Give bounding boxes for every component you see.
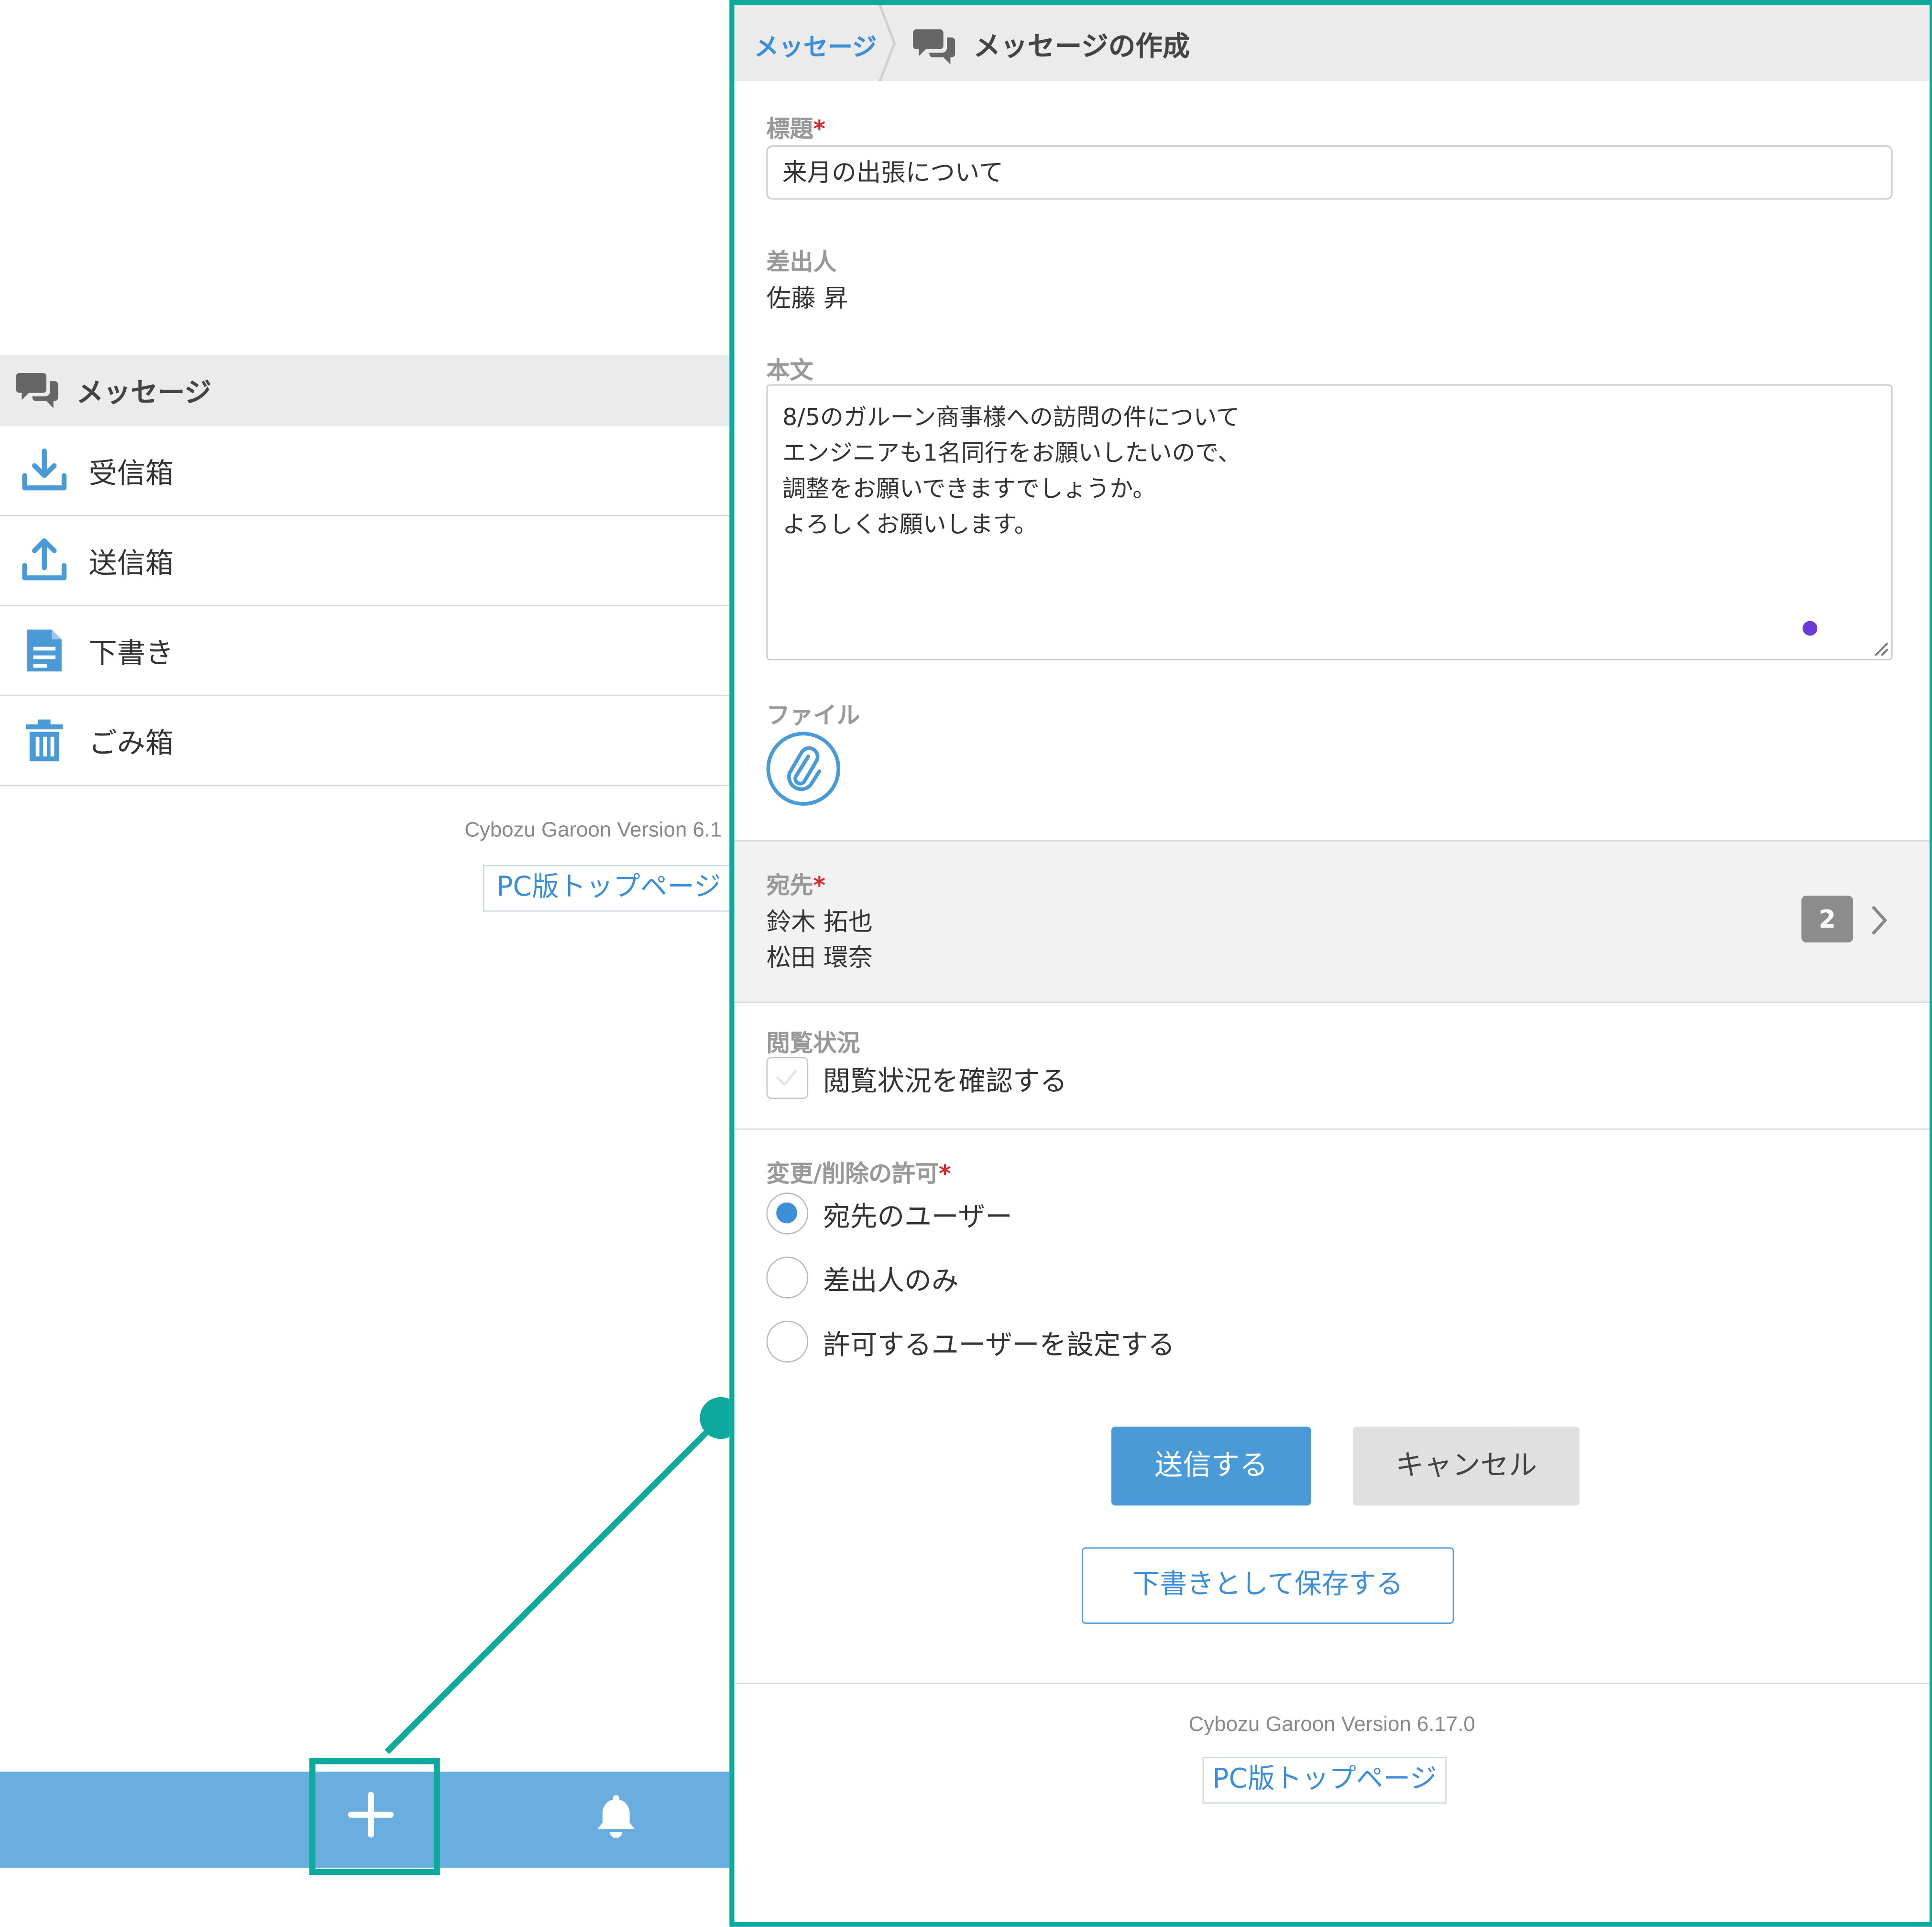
body-line: 調整をお願いできますでしょうか。 xyxy=(782,475,1156,503)
nav-item-label: 送信箱 xyxy=(88,548,174,580)
attach-file-button[interactable] xyxy=(766,732,841,806)
nav-item-drafts[interactable]: 下書き xyxy=(0,606,732,696)
paperclip-icon xyxy=(787,746,822,791)
body-line: エンジニアも1名同行をお願いしたいので、 xyxy=(782,439,1241,467)
required-mark: * xyxy=(813,872,826,899)
body-label: 本文 xyxy=(766,357,813,384)
body-textarea[interactable]: 8/5のガルーン商事様への訪問の件について エンジニアも1名同行をお願いしたいの… xyxy=(766,384,1893,661)
chevron-right-icon[interactable] xyxy=(1868,902,1890,939)
compose-message-panel: メッセージ メッセージの作成 標題* 来月の出張について 差出人 佐藤 昇 本文… xyxy=(729,0,1932,1927)
read-status-checkbox[interactable] xyxy=(766,1057,809,1099)
required-mark: * xyxy=(813,116,826,143)
resize-handle-icon[interactable] xyxy=(1872,639,1889,657)
send-button[interactable]: 送信する xyxy=(1111,1426,1311,1506)
recipient-name: 鈴木 拓也 xyxy=(766,907,873,937)
message-bubbles-icon xyxy=(913,29,955,65)
permission-option-label[interactable]: 差出人のみ xyxy=(823,1259,958,1298)
recipients-row[interactable] xyxy=(734,840,1930,1003)
checkmark-icon xyxy=(776,1069,797,1086)
outbox-upload-icon xyxy=(22,538,67,580)
nav-item-outbox[interactable]: 送信箱 xyxy=(0,516,732,606)
compose-header: メッセージ メッセージの作成 xyxy=(734,5,1930,82)
permission-option-label[interactable]: 許可するユーザーを設定する xyxy=(823,1323,1175,1362)
nav-item-trash[interactable]: ごみ箱 xyxy=(0,696,732,786)
recipient-count-badge: 2 xyxy=(1801,896,1854,943)
nav-item-inbox[interactable]: 受信箱 xyxy=(0,426,732,516)
read-status-label: 閲覧状況 xyxy=(766,1029,860,1057)
stage: メッセージ 受信箱 送信箱 下書き ごみ箱 Cybozu Garoon Vers… xyxy=(0,0,1932,1927)
nav-item-label: 受信箱 xyxy=(88,458,174,491)
message-bubbles-icon xyxy=(16,373,58,408)
footer-divider xyxy=(734,1683,1930,1685)
inbox-download-icon xyxy=(22,448,67,491)
menu-header-title: メッセージ xyxy=(76,378,212,409)
sender-value: 佐藤 昇 xyxy=(766,283,848,313)
version-text: Cybozu Garoon Version 6.1 xyxy=(464,818,722,842)
permission-radio-sender-only[interactable] xyxy=(766,1257,809,1299)
required-mark: * xyxy=(939,1161,951,1188)
menu-header: メッセージ xyxy=(0,355,732,427)
pc-top-page-link[interactable]: PC版トップページ xyxy=(483,865,732,912)
nav-item-label: ごみ箱 xyxy=(88,728,174,760)
subject-label: 標題* xyxy=(766,116,826,143)
permission-option-label[interactable]: 宛先のユーザー xyxy=(823,1195,1012,1234)
body-line: よろしくお願いします。 xyxy=(782,511,1038,538)
file-label: ファイル xyxy=(766,702,860,730)
sender-label: 差出人 xyxy=(766,249,837,276)
recipient-name: 松田 環奈 xyxy=(766,942,873,972)
breadcrumb-separator-icon xyxy=(878,5,896,82)
read-status-checkbox-label[interactable]: 閲覧状況を確認する xyxy=(823,1060,1067,1099)
draft-document-icon xyxy=(27,629,62,672)
bell-icon[interactable] xyxy=(589,1789,643,1843)
permission-label: 変更/削除の許可* xyxy=(766,1161,951,1188)
subject-input[interactable]: 来月の出張について xyxy=(766,145,1893,200)
message-menu-panel: メッセージ 受信箱 送信箱 下書き ごみ箱 Cybozu Garoon Vers… xyxy=(0,0,732,1925)
version-text: Cybozu Garoon Version 6.17.0 xyxy=(1188,1712,1475,1736)
breadcrumb-messages-link[interactable]: メッセージ xyxy=(754,27,877,63)
nav-item-label: 下書き xyxy=(88,638,174,670)
input-indicator-dot xyxy=(1802,621,1818,636)
section-divider xyxy=(734,1128,1930,1130)
body-line: 8/5のガルーン商事様への訪問の件について xyxy=(782,404,1240,431)
page-title: メッセージの作成 xyxy=(973,32,1190,63)
trash-icon xyxy=(26,719,63,762)
permission-radio-custom-users[interactable] xyxy=(766,1321,809,1363)
permission-radio-recipients[interactable] xyxy=(766,1193,809,1235)
pc-top-page-link[interactable]: PC版トップページ xyxy=(1202,1757,1447,1804)
highlight-box xyxy=(309,1758,440,1875)
recipients-label: 宛先* xyxy=(766,872,826,899)
cancel-button[interactable]: キャンセル xyxy=(1352,1426,1580,1506)
save-draft-button[interactable]: 下書きとして保存する xyxy=(1082,1547,1454,1624)
